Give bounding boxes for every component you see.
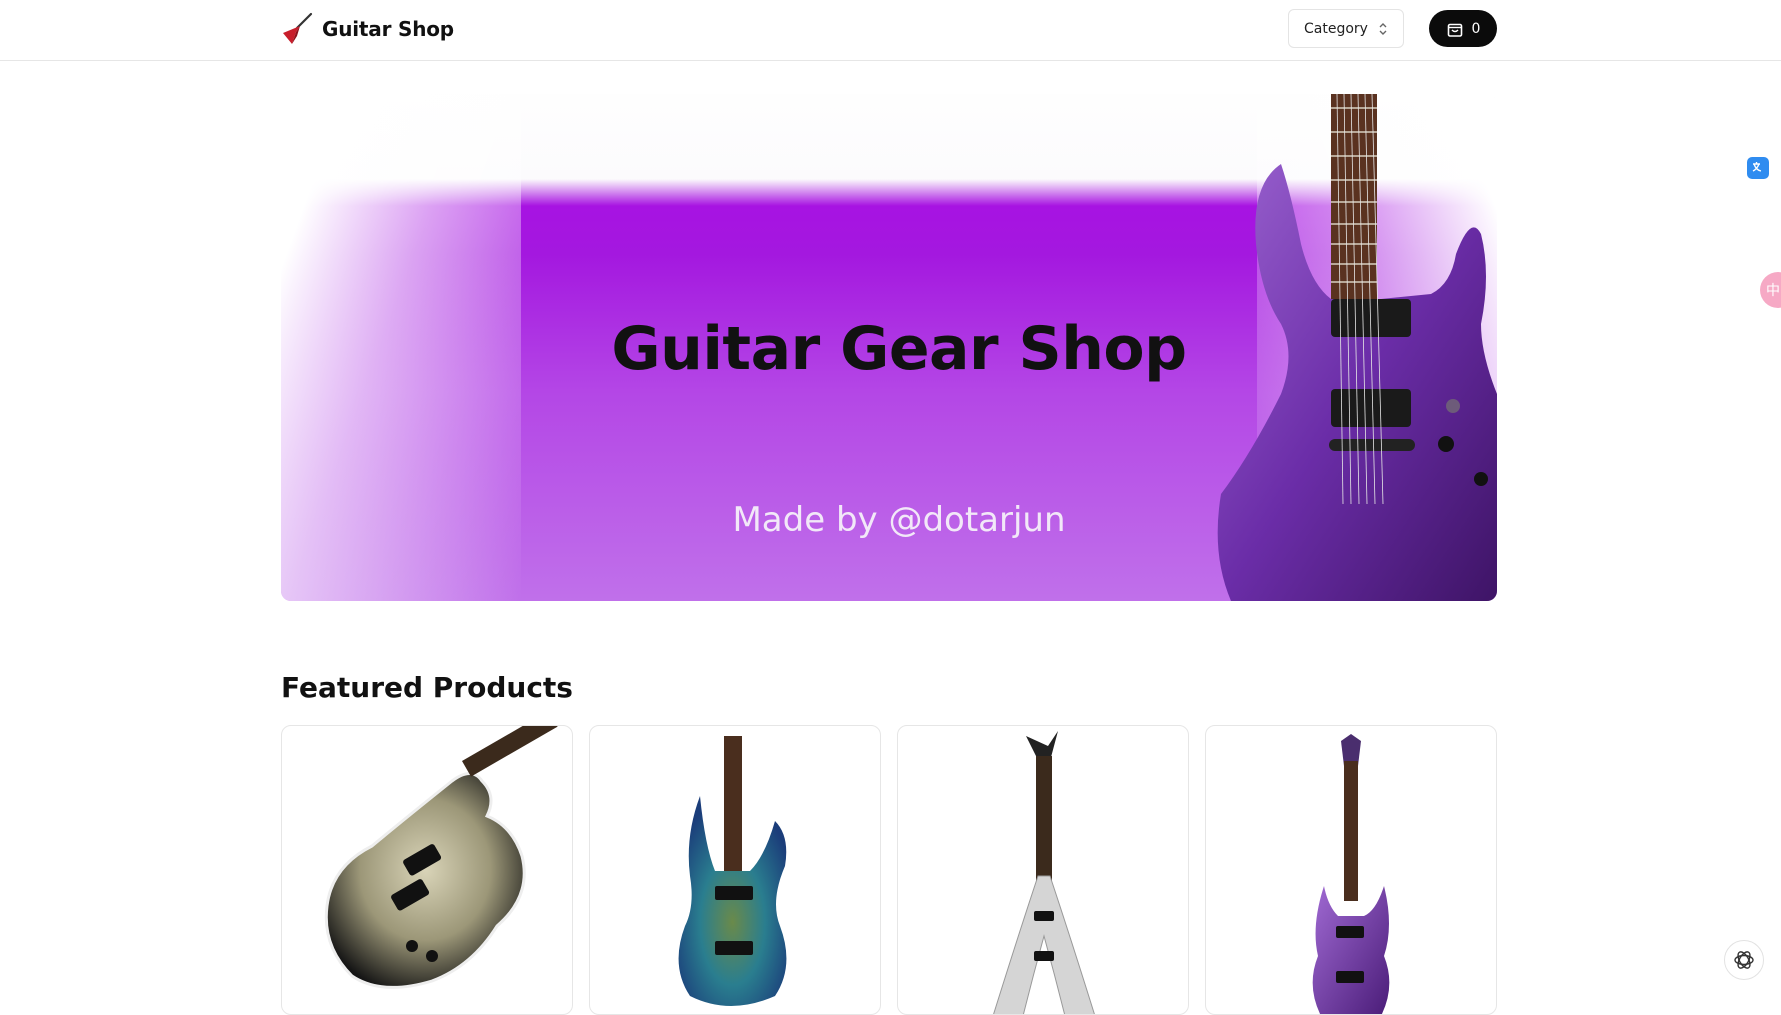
openai-icon bbox=[1734, 951, 1754, 969]
featured-products-title: Featured Products bbox=[281, 671, 573, 704]
brand-title: Guitar Shop bbox=[322, 17, 454, 41]
guitar-logo-icon bbox=[283, 12, 313, 44]
product-image-purple-superstrat bbox=[1312, 734, 1390, 1014]
ai-assistant-button[interactable] bbox=[1724, 940, 1764, 980]
product-card-1[interactable] bbox=[281, 725, 573, 1015]
translate-icon bbox=[1752, 162, 1762, 172]
product-card-4[interactable] bbox=[1205, 725, 1497, 1015]
cart-button[interactable]: 0 bbox=[1429, 10, 1497, 47]
product-card-3[interactable] bbox=[897, 725, 1189, 1015]
hero-subtitle: Made by @dotarjun bbox=[732, 500, 1066, 540]
side-language-badge-text: 中 bbox=[1766, 283, 1780, 299]
brand-link[interactable]: Guitar Shop bbox=[280, 12, 454, 46]
product-card-2[interactable] bbox=[589, 725, 881, 1015]
product-image-silverburst-single-cut bbox=[324, 726, 558, 989]
side-language-badge[interactable]: 中 bbox=[1760, 272, 1781, 308]
hero-banner: Guitar Gear Shop Made by @dotarjun bbox=[281, 94, 1497, 601]
chevron-up-down-icon bbox=[1379, 22, 1387, 35]
shopping-bag-icon bbox=[1447, 23, 1462, 37]
cart-count: 0 bbox=[1471, 20, 1481, 37]
category-label: Category bbox=[1304, 20, 1368, 37]
product-image-blue-burl-superstrat bbox=[678, 736, 787, 1006]
hero-title: Guitar Gear Shop bbox=[611, 314, 1187, 384]
top-navbar: Guitar Shop Category 0 bbox=[0, 0, 1781, 61]
translate-extension-button[interactable] bbox=[1747, 157, 1769, 179]
product-image-silver-flying-v bbox=[993, 731, 1095, 1014]
category-select[interactable]: Category bbox=[1288, 9, 1404, 48]
